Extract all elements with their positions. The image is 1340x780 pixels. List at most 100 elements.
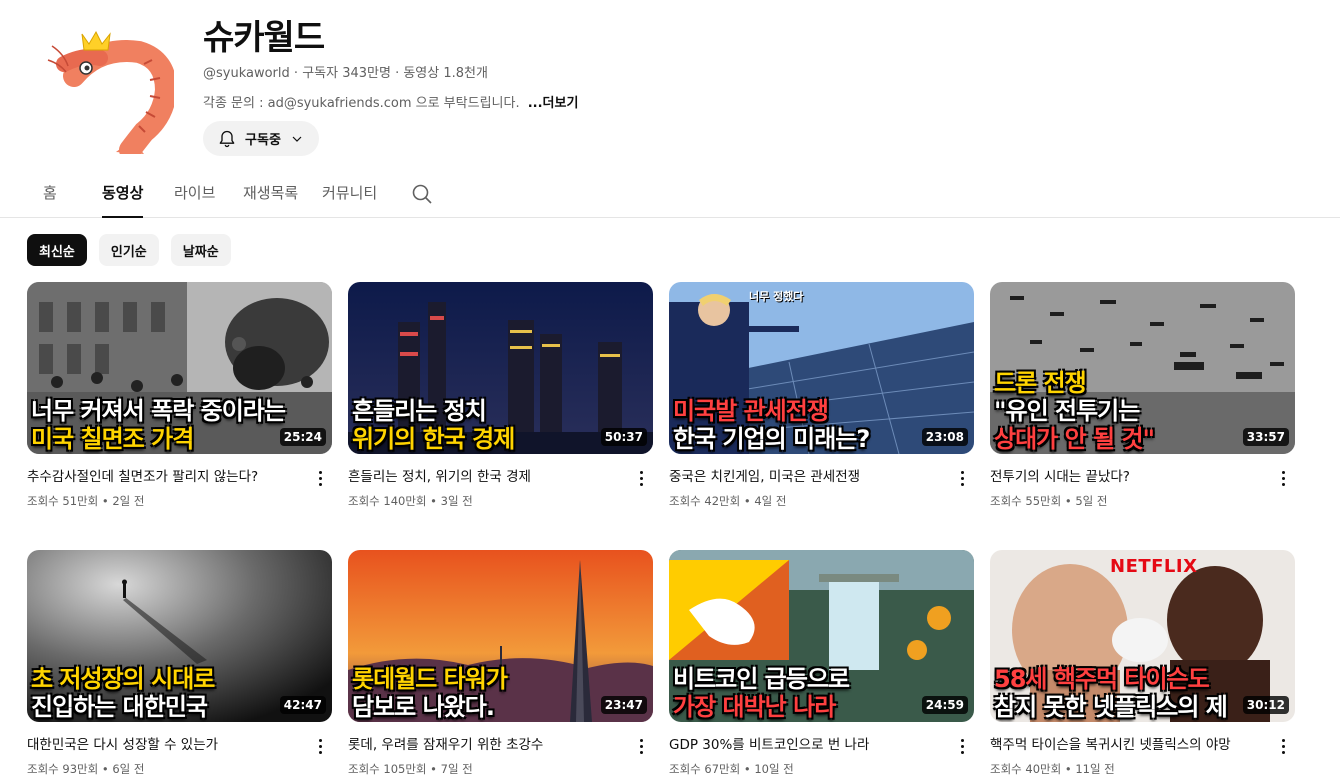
upload-age: 11일 전	[1075, 762, 1115, 776]
video-title[interactable]: 추수감사절인데 칠면조가 팔리지 않는다?	[27, 468, 297, 486]
thumbnail-caption: 참지 못한 넷플릭스의 제	[994, 693, 1228, 721]
tab-home[interactable]: 홈	[43, 182, 57, 218]
chip-latest[interactable]: 최신순	[27, 234, 87, 266]
view-count: 조회수 51만회	[27, 494, 99, 508]
upload-age: 10일 전	[754, 762, 794, 776]
video-card: 너무 커져서 폭락 중이라는 미국 칠면조 가격 25:24 추수감사절인데 칠…	[27, 282, 332, 550]
netflix-logo: NETFLIX	[1110, 556, 1198, 577]
tab-playlists[interactable]: 재생목록	[243, 182, 298, 218]
video-meta: 조회수 140만회 • 3일 전	[348, 494, 473, 508]
video-duration: 30:12	[1242, 696, 1289, 714]
description-text: 각종 문의 : ad@syukafriends.com 으로 부탁드립니다.	[203, 96, 520, 111]
thumbnail-caption: 위기의 한국 경제	[352, 425, 515, 453]
sort-chips: 최신순 인기순 날짜순	[27, 234, 231, 266]
video-count: 동영상 1.8천개	[403, 66, 488, 81]
thumbnail-caption: 담보로 나왔다.	[352, 693, 495, 721]
channel-header: 슈카월드 @syukaworld · 구독자 343만명 · 동영상 1.8천개…	[0, 0, 1340, 170]
video-title[interactable]: 흔들리는 정치, 위기의 한국 경제	[348, 468, 618, 486]
video-card: NETFLIX 58세 핵주먹 타이슨도 참지 못한 넷플릭스의 제 30:12…	[990, 550, 1295, 780]
subscribed-button[interactable]: 구독중	[203, 121, 319, 156]
video-card: 초 저성장의 시대로 진입하는 대한민국 42:47 대한민국은 다시 성장할 …	[27, 550, 332, 780]
video-duration: 24:59	[921, 696, 968, 714]
video-duration: 42:47	[279, 696, 326, 714]
thumbnail-caption: 한국 기업의 미래는?	[673, 425, 870, 453]
more-link[interactable]: ...더보기	[528, 96, 579, 111]
video-meta: 조회수 42만회 • 4일 전	[669, 494, 787, 508]
chip-oldest[interactable]: 날짜순	[170, 234, 231, 266]
more-vert-icon[interactable]	[633, 736, 649, 756]
video-thumbnail[interactable]: 초 저성장의 시대로 진입하는 대한민국 42:47	[27, 550, 332, 722]
thumbnail-caption: 드론 전쟁	[994, 369, 1087, 397]
more-vert-icon[interactable]	[312, 736, 328, 756]
video-duration: 23:47	[600, 696, 647, 714]
video-thumbnail[interactable]: NETFLIX 58세 핵주먹 타이슨도 참지 못한 넷플릭스의 제 30:12	[990, 550, 1295, 722]
thumbnail-caption: "유인 전투기는	[994, 397, 1140, 425]
subscribed-label: 구독중	[245, 133, 281, 148]
bell-icon	[219, 130, 235, 147]
thumbnail-caption: 가장 대박난 나라	[673, 693, 836, 721]
video-thumbnail[interactable]: 너무 정했다 미국발 관세전쟁 한국 기업의 미래는? 23:08	[669, 282, 974, 454]
video-duration: 23:08	[921, 428, 968, 446]
thumbnail-caption: 흔들리는 정치	[352, 397, 487, 425]
video-card: 비트코인 급등으로 가장 대박난 나라 24:59 GDP 30%를 비트코인으…	[669, 550, 974, 780]
upload-age: 7일 전	[440, 762, 473, 776]
chip-popular[interactable]: 인기순	[98, 234, 159, 266]
video-thumbnail[interactable]: 너무 커져서 폭락 중이라는 미국 칠면조 가격 25:24	[27, 282, 332, 454]
upload-age: 4일 전	[754, 494, 787, 508]
thumbnail-caption: 초 저성장의 시대로	[31, 665, 215, 693]
video-card: 롯데월드 타워가 담보로 나왔다. 23:47 롯데, 우려를 잠재우기 위한 …	[348, 550, 653, 780]
more-vert-icon[interactable]	[1275, 736, 1291, 756]
thumbnail-caption: 비트코인 급등으로	[673, 665, 850, 693]
view-count: 조회수 40만회	[990, 762, 1062, 776]
more-vert-icon[interactable]	[954, 736, 970, 756]
more-vert-icon[interactable]	[1275, 468, 1291, 488]
video-grid: 너무 커져서 폭락 중이라는 미국 칠면조 가격 25:24 추수감사절인데 칠…	[27, 282, 1295, 780]
video-thumbnail[interactable]: 비트코인 급등으로 가장 대박난 나라 24:59	[669, 550, 974, 722]
more-vert-icon[interactable]	[633, 468, 649, 488]
channel-tabs: 홈 동영상 라이브 재생목록 커뮤니티	[0, 170, 1340, 218]
video-duration: 50:37	[600, 428, 647, 446]
view-count: 조회수 140만회	[348, 494, 427, 508]
chevron-down-icon	[292, 136, 302, 142]
view-count: 조회수 42만회	[669, 494, 741, 508]
tab-live[interactable]: 라이브	[174, 182, 215, 218]
view-count: 조회수 105만회	[348, 762, 427, 776]
tab-videos[interactable]: 동영상	[102, 182, 144, 218]
video-duration: 25:24	[279, 428, 326, 446]
thumbnail-caption: 진입하는 대한민국	[31, 693, 208, 721]
video-thumbnail[interactable]: 롯데월드 타워가 담보로 나왔다. 23:47	[348, 550, 653, 722]
thumbnail-top-caption: 너무 정했다	[749, 290, 804, 303]
video-title[interactable]: 대한민국은 다시 성장할 수 있는가	[27, 736, 297, 754]
video-title[interactable]: GDP 30%를 비트코인으로 번 나라	[669, 736, 939, 754]
video-meta: 조회수 67만회 • 10일 전	[669, 762, 794, 776]
video-meta: 조회수 55만회 • 5일 전	[990, 494, 1108, 508]
video-title[interactable]: 중국은 치킨게임, 미국은 관세전쟁	[669, 468, 939, 486]
thumbnail-caption: 롯데월드 타워가	[352, 665, 508, 693]
video-meta: 조회수 105만회 • 7일 전	[348, 762, 473, 776]
video-thumbnail[interactable]: 드론 전쟁 "유인 전투기는 상대가 안 될 것" 33:57	[990, 282, 1295, 454]
video-duration: 33:57	[1242, 428, 1289, 446]
video-card: 너무 정했다 미국발 관세전쟁 한국 기업의 미래는? 23:08 중국은 치킨…	[669, 282, 974, 550]
meta-separator: ·	[293, 66, 303, 81]
view-count: 조회수 55만회	[990, 494, 1062, 508]
video-card: 흔들리는 정치 위기의 한국 경제 50:37 흔들리는 정치, 위기의 한국 …	[348, 282, 653, 550]
video-title[interactable]: 전투기의 시대는 끝났다?	[990, 468, 1260, 486]
thumbnail-caption: 미국 칠면조 가격	[31, 425, 194, 453]
upload-age: 3일 전	[440, 494, 473, 508]
more-vert-icon[interactable]	[954, 468, 970, 488]
video-thumbnail[interactable]: 흔들리는 정치 위기의 한국 경제 50:37	[348, 282, 653, 454]
channel-description: 각종 문의 : ad@syukafriends.com 으로 부탁드립니다. .…	[203, 92, 578, 111]
channel-avatar[interactable]	[44, 24, 174, 154]
video-title[interactable]: 롯데, 우려를 잠재우기 위한 초강수	[348, 736, 618, 754]
channel-meta: @syukaworld · 구독자 343만명 · 동영상 1.8천개	[203, 62, 488, 81]
more-vert-icon[interactable]	[312, 468, 328, 488]
thumbnail-caption: 상대가 안 될 것"	[994, 425, 1155, 453]
channel-handle: @syukaworld	[203, 66, 290, 81]
video-meta: 조회수 93만회 • 6일 전	[27, 762, 145, 776]
upload-age: 5일 전	[1075, 494, 1108, 508]
thumbnail-caption: 너무 커져서 폭락 중이라는	[31, 397, 286, 425]
search-icon[interactable]	[410, 182, 434, 206]
tab-community[interactable]: 커뮤니티	[322, 182, 377, 218]
upload-age: 2일 전	[112, 494, 145, 508]
video-title[interactable]: 핵주먹 타이슨을 복귀시킨 넷플릭스의 야망	[990, 736, 1260, 754]
